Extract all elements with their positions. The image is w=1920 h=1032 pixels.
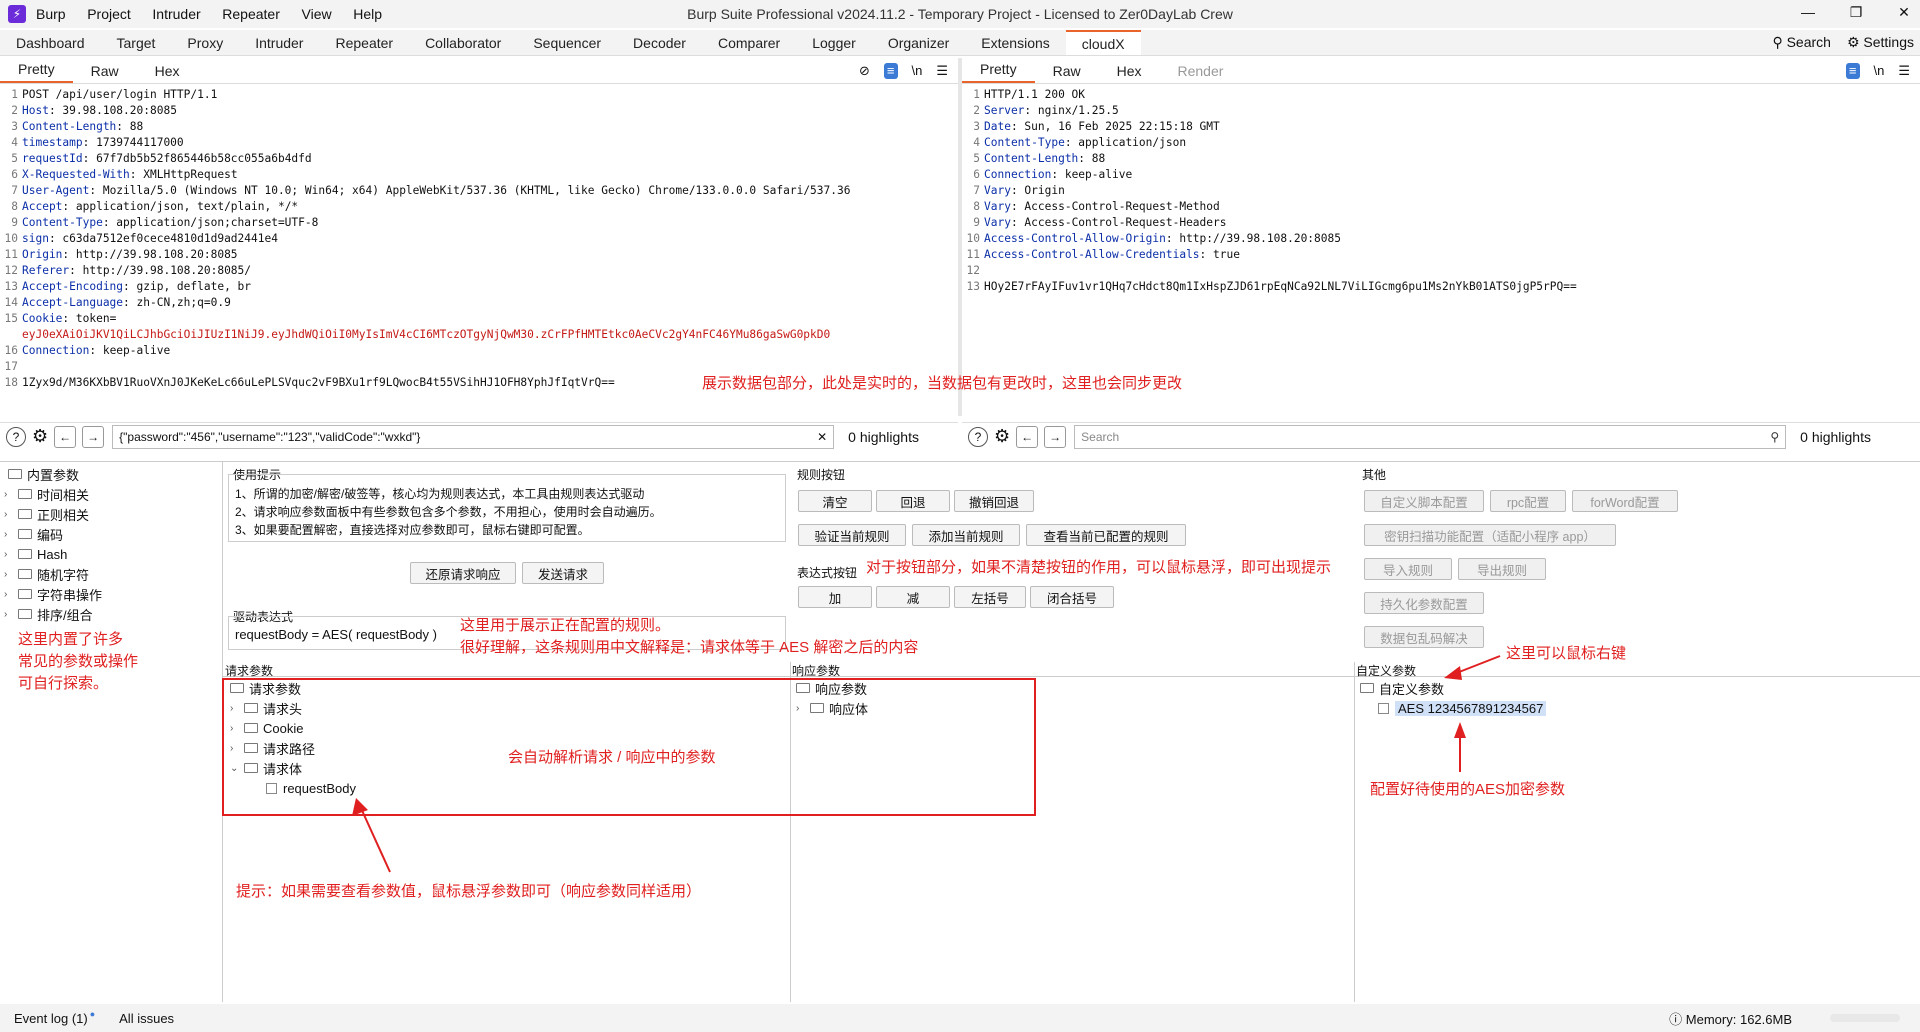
- memory-bar: [1830, 1014, 1900, 1022]
- arrow-line: [1453, 655, 1501, 675]
- arrow-line: [359, 805, 391, 873]
- notification-dot-icon: ●: [89, 1009, 96, 1019]
- info-icon: ⓘ: [1669, 1011, 1683, 1027]
- status-bar: Event log (1) ● All issues ⓘ Memory: 162…: [0, 1004, 1920, 1032]
- arrow-head: [1444, 666, 1462, 680]
- annotation-arrows: [352, 655, 1501, 873]
- all-issues-link[interactable]: All issues: [119, 1011, 174, 1026]
- memory-indicator: ⓘ Memory: 162.6MB: [1669, 1009, 1792, 1028]
- arrow-head: [1454, 722, 1466, 738]
- arrow-head: [352, 798, 368, 816]
- event-log-link[interactable]: Event log (1): [14, 1011, 88, 1026]
- memory-label: Memory: 162.6MB: [1685, 1011, 1792, 1027]
